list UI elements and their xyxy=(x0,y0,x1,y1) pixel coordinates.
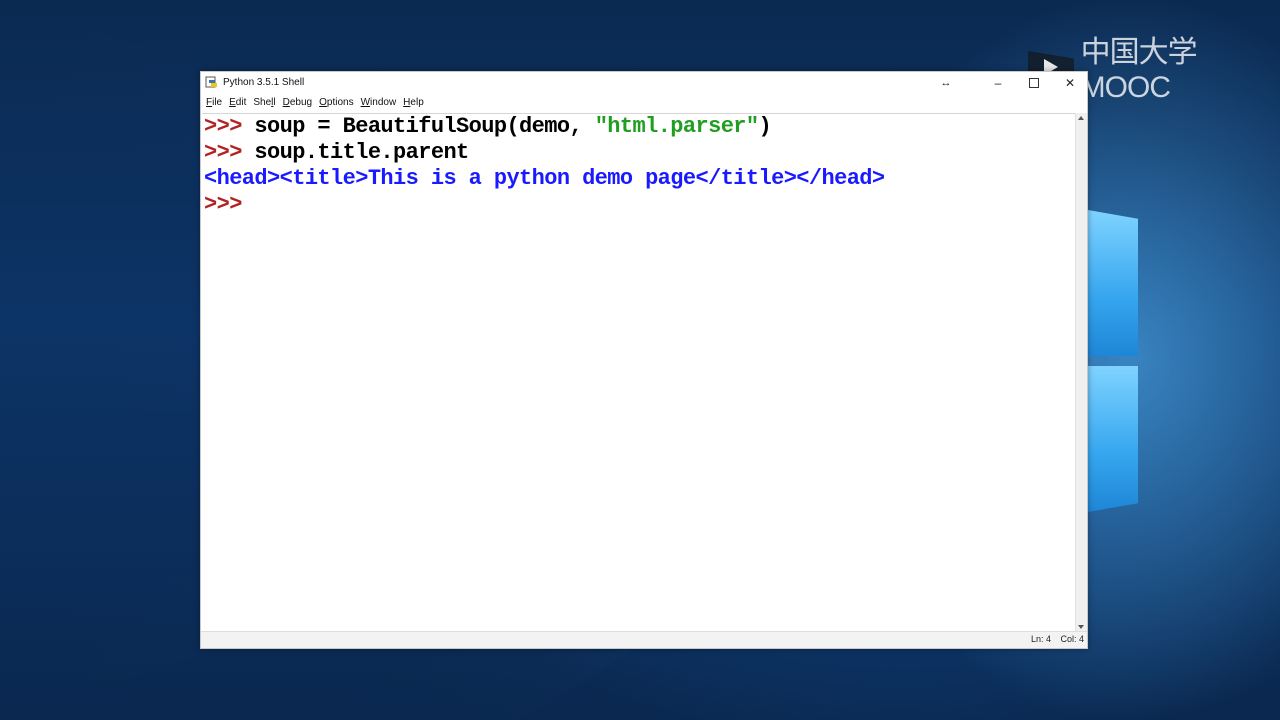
windows-logo-pane-bottom xyxy=(1088,366,1138,512)
title-bar[interactable]: Python 3.5.1 Shell ↔ – ✕ xyxy=(201,72,1087,94)
scroll-up-icon[interactable] xyxy=(1078,116,1084,120)
string-literal: "html.parser" xyxy=(594,114,759,139)
vertical-scrollbar[interactable] xyxy=(1075,113,1087,632)
menu-bar: File Edit Shell Debug Options Window Hel… xyxy=(201,94,1087,112)
shell-line-1: >>> soup = BeautifulSoup(demo, "html.par… xyxy=(204,114,772,140)
shell-prompt: >>> xyxy=(204,140,242,165)
status-line: Ln: 4 xyxy=(1030,634,1051,644)
menu-file[interactable]: File xyxy=(204,94,227,112)
menu-edit[interactable]: Edit xyxy=(227,94,251,112)
status-bar: Ln: 4 Col: 4 xyxy=(201,631,1087,648)
code-text: ) xyxy=(758,114,772,139)
menu-window[interactable]: Window xyxy=(359,94,402,112)
shell-prompt: >>> xyxy=(204,192,242,217)
output-text: <head><title>This is a python demo page<… xyxy=(204,166,885,191)
shell-output-line: <head><title>This is a python demo page<… xyxy=(204,166,885,192)
status-column: Col: 4 xyxy=(1060,634,1084,644)
menu-shell[interactable]: Shell xyxy=(251,94,280,112)
window-title: Python 3.5.1 Shell xyxy=(223,77,305,88)
menu-help[interactable]: Help xyxy=(401,94,429,112)
close-button[interactable]: ✕ xyxy=(1052,72,1088,94)
windows-logo-pane-top xyxy=(1088,210,1138,356)
shell-prompt: >>> xyxy=(204,114,242,139)
shell-text-area[interactable]: >>> soup = BeautifulSoup(demo, "html.par… xyxy=(202,113,1077,633)
scroll-down-icon[interactable] xyxy=(1078,625,1084,629)
maximize-button[interactable] xyxy=(1016,72,1052,94)
watermark-text: 中国大学MOOC xyxy=(1080,36,1198,104)
python-idle-icon xyxy=(205,76,217,88)
shell-line-2: >>> soup.title.parent xyxy=(204,140,469,166)
resize-arrows-icon[interactable]: ↔ xyxy=(928,72,964,94)
menu-options[interactable]: Options xyxy=(317,94,358,112)
code-text: soup.title.parent xyxy=(241,140,469,165)
menu-debug[interactable]: Debug xyxy=(281,94,317,112)
minimize-button[interactable]: – xyxy=(980,72,1016,94)
maximize-icon xyxy=(1029,77,1039,88)
idle-shell-window: Python 3.5.1 Shell ↔ – ✕ File Edit Shell… xyxy=(200,71,1088,649)
shell-line-4: >>> xyxy=(204,192,242,218)
code-text: soup = BeautifulSoup(demo, xyxy=(241,114,595,139)
